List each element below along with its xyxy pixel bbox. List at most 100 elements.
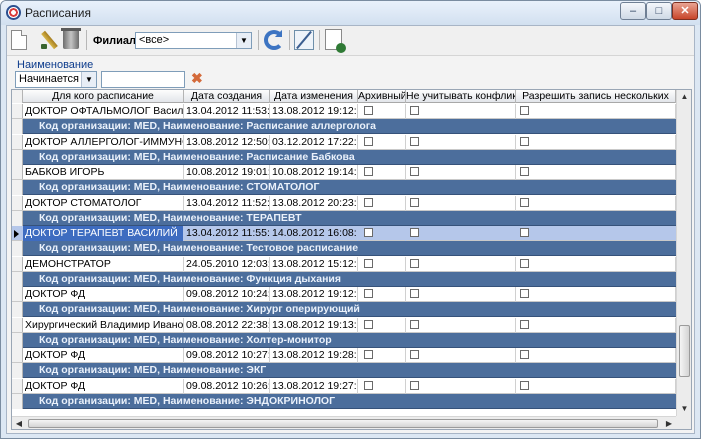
cell-modified[interactable]: 13.08.2012 19:27:54: [270, 379, 358, 394]
table-row[interactable]: ДОКТОР ФД09.08.2012 10:24:5413.08.2012 1…: [12, 287, 676, 302]
ignore-conflicts-checkbox[interactable]: [410, 381, 419, 390]
cell-modified[interactable]: 13.08.2012 19:12:55: [270, 287, 358, 302]
table-row[interactable]: ДОКТОР ФД09.08.2012 10:27:3013.08.2012 1…: [12, 348, 676, 363]
ignore-conflicts-checkbox[interactable]: [410, 289, 419, 298]
archived-checkbox[interactable]: [364, 350, 373, 359]
ignore-conflicts-checkbox[interactable]: [410, 259, 419, 268]
cell-modified[interactable]: 13.08.2012 15:12:12: [270, 257, 358, 272]
table-row[interactable]: ДОКТОР ОФТАЛЬМОЛОГ Василий 13.04.2012 11:…: [12, 104, 676, 119]
row-header[interactable]: [12, 272, 23, 287]
edit-pencil-icon[interactable]: [38, 29, 60, 51]
group-row[interactable]: Код организации: MED, Наименование: Расп…: [23, 150, 676, 165]
group-row[interactable]: Код организации: MED, Наименование: ЭКГ: [23, 363, 676, 378]
close-button[interactable]: ✕: [672, 2, 698, 20]
cell-modified[interactable]: 03.12.2012 17:22:26: [270, 135, 358, 150]
row-header[interactable]: [12, 150, 23, 165]
cell-created[interactable]: 24.05.2010 12:03:15: [184, 257, 270, 272]
column-header-for-whom[interactable]: Для кого расписание: [23, 90, 184, 103]
allow-multiple-checkbox[interactable]: [520, 320, 529, 329]
cell-name[interactable]: ДОКТОР АЛЛЕРГОЛОГ-ИММУНОЛОГ: [23, 135, 184, 150]
row-header[interactable]: [12, 180, 23, 195]
cell-name[interactable]: ДОКТОР ТЕРАПЕВТ ВАСИЛИЙ: [23, 226, 184, 241]
allow-multiple-checkbox[interactable]: [520, 198, 529, 207]
cell-created[interactable]: 09.08.2012 10:27:30: [184, 348, 270, 363]
cell-created[interactable]: 09.08.2012 10:26:35: [184, 379, 270, 394]
cell-created[interactable]: 13.08.2012 12:50:42: [184, 135, 270, 150]
cell-name[interactable]: ДОКТОР ФД: [23, 287, 184, 302]
cell-modified[interactable]: 14.08.2012 16:08:50: [270, 226, 358, 241]
scroll-down-icon[interactable]: ▼: [677, 402, 691, 416]
cell-modified[interactable]: 13.08.2012 19:28:25: [270, 348, 358, 363]
group-row[interactable]: Код организации: MED, Наименование: Холт…: [23, 333, 676, 348]
cell-name[interactable]: ДЕМОНСТРАТОР: [23, 257, 184, 272]
column-header-modified[interactable]: Дата изменения: [270, 90, 358, 103]
table-row[interactable]: Хирургический Владимир Иванович 08.08.201…: [12, 318, 676, 333]
cell-created[interactable]: 13.04.2012 11:52:39: [184, 196, 270, 211]
ignore-conflicts-checkbox[interactable]: [410, 198, 419, 207]
page-delete-icon[interactable]: [325, 29, 346, 53]
name-filter-input[interactable]: [101, 71, 185, 88]
cell-modified[interactable]: 13.08.2012 20:23:33: [270, 196, 358, 211]
new-document-icon[interactable]: [11, 30, 27, 50]
cell-created[interactable]: 13.04.2012 11:53:35: [184, 104, 270, 119]
table-row[interactable]: ДОКТОР СТОМАТОЛОГ13.04.2012 11:52:3913.0…: [12, 196, 676, 211]
ignore-conflicts-checkbox[interactable]: [410, 137, 419, 146]
ignore-conflicts-checkbox[interactable]: [410, 106, 419, 115]
group-row[interactable]: Код организации: MED, Наименование: СТОМ…: [23, 180, 676, 195]
allow-multiple-checkbox[interactable]: [520, 137, 529, 146]
scroll-up-icon[interactable]: ▲: [677, 90, 691, 104]
cell-name[interactable]: ДОКТОР ОФТАЛЬМОЛОГ Василий: [23, 104, 184, 119]
row-header[interactable]: [12, 363, 23, 378]
group-row[interactable]: Код организации: MED, Наименование: ЭНДО…: [23, 394, 676, 409]
ignore-conflicts-checkbox[interactable]: [410, 167, 419, 176]
allow-multiple-checkbox[interactable]: [520, 289, 529, 298]
archived-checkbox[interactable]: [364, 381, 373, 390]
scroll-right-icon[interactable]: ▶: [662, 417, 676, 429]
table-row[interactable]: ДОКТОР ФД09.08.2012 10:26:3513.08.2012 1…: [12, 379, 676, 394]
group-row[interactable]: Код организации: MED, Наименование: Тест…: [23, 241, 676, 256]
archived-checkbox[interactable]: [364, 106, 373, 115]
title-bar[interactable]: Расписания – □ ✕: [1, 1, 700, 25]
scroll-left-icon[interactable]: ◀: [12, 417, 26, 429]
column-header-created[interactable]: Дата создания: [184, 90, 270, 103]
table-row-selected[interactable]: ДОКТОР ТЕРАПЕВТ ВАСИЛИЙ 13.04.2012 11:55:…: [12, 226, 676, 241]
ignore-conflicts-checkbox[interactable]: [410, 320, 419, 329]
allow-multiple-checkbox[interactable]: [520, 106, 529, 115]
clear-x-icon[interactable]: ✖: [191, 71, 203, 85]
group-row[interactable]: Код организации: MED, Наименование: Функ…: [23, 272, 676, 287]
archived-checkbox[interactable]: [364, 289, 373, 298]
horizontal-scrollbar[interactable]: ◀ ▶: [12, 416, 676, 429]
table-row[interactable]: ДОКТОР АЛЛЕРГОЛОГ-ИММУНОЛОГ13.08.2012 12…: [12, 135, 676, 150]
group-row[interactable]: Код организации: MED, Наименование: ТЕРА…: [23, 211, 676, 226]
table-row[interactable]: ДЕМОНСТРАТОР24.05.2010 12:03:1513.08.201…: [12, 257, 676, 272]
column-header-ignore-conflicts[interactable]: Не учитывать конфликты: [406, 90, 516, 103]
chevron-down-icon[interactable]: ▼: [236, 33, 251, 48]
group-row[interactable]: Код организации: MED, Наименование: Хиру…: [23, 302, 676, 317]
allow-multiple-checkbox[interactable]: [520, 167, 529, 176]
cell-name[interactable]: БАБКОВ ИГОРЬ: [23, 165, 184, 180]
vertical-scroll-thumb[interactable]: [679, 325, 690, 377]
cell-name[interactable]: ДОКТОР ФД: [23, 348, 184, 363]
ignore-conflicts-checkbox[interactable]: [410, 228, 419, 237]
archived-checkbox[interactable]: [364, 198, 373, 207]
archived-checkbox[interactable]: [364, 137, 373, 146]
cell-created[interactable]: 08.08.2012 22:38:16: [184, 318, 270, 333]
allow-multiple-checkbox[interactable]: [520, 259, 529, 268]
group-row[interactable]: Код организации: MED, Наименование: Расп…: [23, 119, 676, 134]
horizontal-scroll-thumb[interactable]: [28, 419, 658, 428]
maximize-button[interactable]: □: [646, 2, 672, 20]
column-header-archived[interactable]: Архивный: [358, 90, 406, 103]
row-header[interactable]: [12, 333, 23, 348]
archived-checkbox[interactable]: [364, 167, 373, 176]
row-header[interactable]: [12, 394, 23, 409]
vertical-scrollbar[interactable]: ▲ ▼: [676, 90, 691, 416]
ignore-conflicts-checkbox[interactable]: [410, 350, 419, 359]
cell-modified[interactable]: 13.08.2012 19:13:18: [270, 318, 358, 333]
allow-multiple-checkbox[interactable]: [520, 381, 529, 390]
archived-checkbox[interactable]: [364, 259, 373, 268]
table-row[interactable]: БАБКОВ ИГОРЬ10.08.2012 19:01:2710.08.201…: [12, 165, 676, 180]
cell-modified[interactable]: 10.08.2012 19:14:29: [270, 165, 358, 180]
cell-created[interactable]: 13.04.2012 11:55:26: [184, 226, 270, 241]
delete-trash-icon[interactable]: [61, 28, 81, 49]
chevron-down-icon[interactable]: ▼: [81, 72, 96, 87]
